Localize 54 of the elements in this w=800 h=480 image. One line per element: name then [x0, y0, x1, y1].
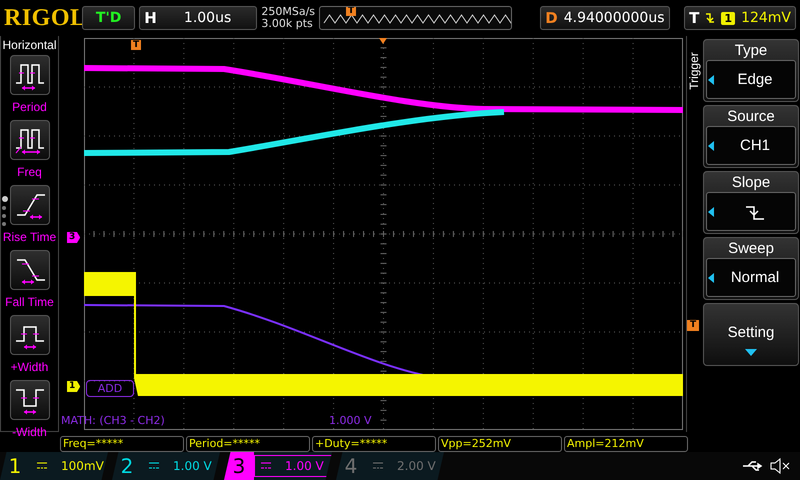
dc-coupling-icon [37, 462, 47, 470]
usb-icon [742, 460, 764, 472]
left-arrow-icon [707, 272, 715, 284]
math-caption: MATH: (CH3 - CH2) [61, 414, 165, 427]
menu-option-button[interactable]: Setting [703, 303, 799, 366]
falling-edge-icon [705, 11, 716, 25]
run-state-indicator[interactable]: T'D [82, 6, 136, 30]
trigger-level-marker: T [687, 320, 700, 331]
dc-coupling-icon [373, 462, 383, 470]
left-arrow-icon [707, 206, 715, 218]
channel-tab[interactable]: 1 100mV [0, 452, 108, 480]
measure-button[interactable] [10, 315, 50, 355]
delay-display[interactable]: D 4.94000000us [540, 6, 670, 30]
measure-label: +Width [10, 359, 48, 376]
menu-option-button[interactable]: Type Edge [703, 39, 799, 102]
center-marker-icon [379, 38, 387, 44]
menu-title: Horizontal [2, 38, 57, 52]
measure-label: Rise Time [2, 229, 56, 246]
channel-marker[interactable]: 3 [67, 232, 80, 243]
trigger-source-badge: 1 [721, 12, 736, 24]
measurement-readout: Vpp=252mV [438, 436, 562, 452]
measurement-readout: Freq=***** [60, 436, 184, 452]
measure-label: Period [12, 99, 47, 116]
measure-label: Freq [17, 164, 42, 181]
measurement-readout: +Duty=***** [312, 436, 436, 452]
menu-title: Trigger [686, 52, 701, 90]
math-scale: 1.000 V [329, 414, 372, 427]
math-label: ADD [86, 380, 134, 397]
measurement-readout: Ampl=212mV [564, 436, 688, 452]
trigger-display[interactable]: T 1 124mV [684, 6, 796, 30]
measure-button[interactable] [10, 120, 50, 160]
measure-button[interactable] [10, 250, 50, 290]
channel-tab[interactable]: 3 1.00 V [224, 452, 332, 480]
measure-button[interactable] [10, 380, 50, 420]
measure-button[interactable] [10, 185, 50, 225]
sample-rate: 250MSa/s [261, 6, 316, 18]
measure-button[interactable] [10, 55, 50, 95]
measure-label: -Width [12, 424, 47, 441]
channel-tab[interactable]: 2 1.00 V [112, 452, 220, 480]
horizontal-scale-display[interactable]: H 1.00us [139, 6, 258, 30]
channel-marker[interactable]: 1 [67, 381, 80, 392]
down-arrow-icon [745, 349, 757, 357]
muted-speaker-icon [770, 458, 790, 474]
measurement-readout: Period=***** [186, 436, 310, 452]
menu-option-button[interactable]: Sweep Normal [703, 237, 799, 300]
dc-coupling-icon [261, 462, 271, 470]
menu-option-button[interactable]: Source CH1 [703, 105, 799, 168]
memory-depth: 3.00k pts [261, 18, 314, 30]
measure-label: Fall Time [5, 294, 54, 311]
dc-coupling-icon [149, 462, 159, 470]
left-arrow-icon [707, 74, 715, 86]
left-arrow-icon [707, 140, 715, 152]
trigger-time-marker: T [131, 40, 142, 50]
menu-option-button[interactable]: Slope [703, 171, 799, 234]
